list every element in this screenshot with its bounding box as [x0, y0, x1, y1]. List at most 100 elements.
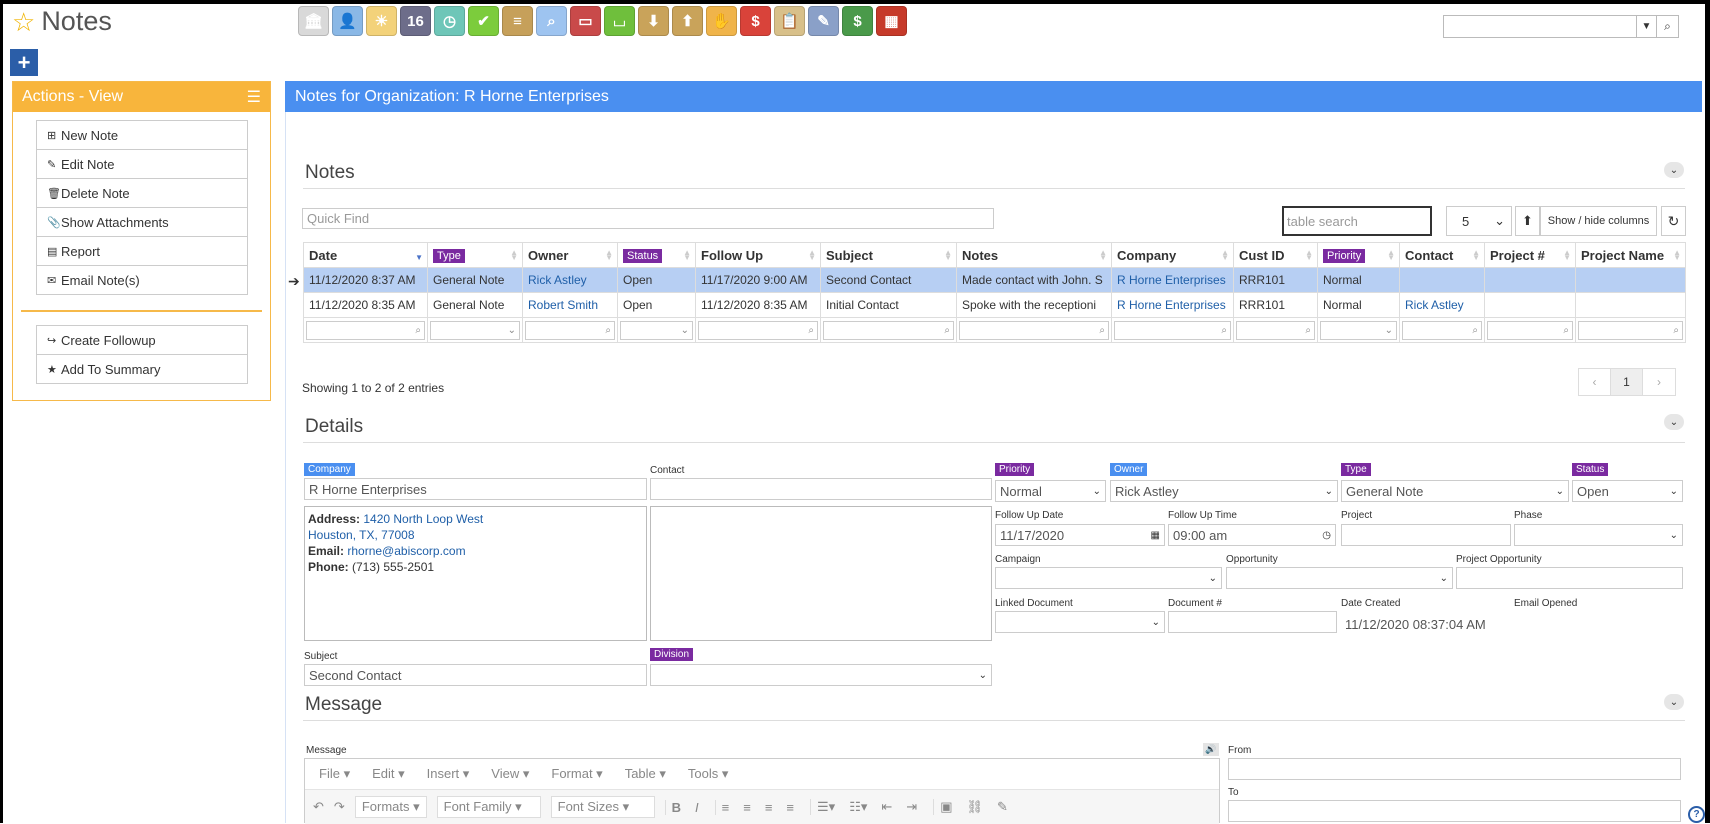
redo-icon[interactable]: ↷ — [334, 799, 345, 815]
editor-menu-format[interactable]: Format ▾ — [551, 766, 602, 782]
new-note-button[interactable]: ⊞ New Note — [36, 120, 248, 150]
table-row[interactable]: 11/12/2020 8:35 AM General Note Robert Smi… — [303, 292, 1686, 318]
formats-dropdown[interactable]: Formats ▾ — [354, 796, 427, 818]
bus-icon[interactable]: ▭ — [570, 6, 601, 36]
type-select[interactable]: General Note ⌄ — [1341, 480, 1569, 502]
search-icon[interactable]: ⌕ — [1656, 16, 1678, 37]
italic-icon[interactable]: I — [695, 800, 699, 815]
division-select[interactable]: ⌄ — [650, 664, 992, 686]
numbered-list-icon[interactable]: ☷▾ — [849, 799, 867, 815]
global-search-input[interactable] — [1444, 16, 1636, 37]
help-icon[interactable]: ? — [1688, 806, 1705, 823]
address-line2[interactable]: Houston, TX, 77008 — [308, 528, 415, 542]
column-header-project-name[interactable]: Project Name ▲ ▼ — [1575, 242, 1686, 268]
calendar-icon[interactable]: ▦ — [1151, 530, 1160, 541]
upload-box-icon[interactable]: ⬆ — [672, 6, 703, 36]
outdent-icon[interactable]: ⇤ — [881, 799, 892, 815]
company-field[interactable]: R Horne Enterprises — [304, 478, 647, 500]
clipboard-icon[interactable]: 📋 — [774, 6, 805, 36]
filter-input[interactable]: ⌕ — [306, 320, 425, 340]
money-hand-icon[interactable]: ✋ — [706, 6, 737, 36]
table-cell[interactable] — [1399, 267, 1485, 293]
column-header-project[interactable]: Project # ▲ ▼ — [1484, 242, 1576, 268]
align-left-icon[interactable]: ≡ — [722, 800, 730, 815]
table-cell[interactable]: R Horne Enterprises — [1111, 267, 1234, 293]
weather-icon[interactable]: ☀ — [366, 6, 397, 36]
clock-icon[interactable]: ◷ — [1322, 530, 1331, 541]
collapse-notes-icon[interactable]: ⌄ — [1664, 162, 1684, 178]
star-outline-icon[interactable]: ☆ — [12, 9, 35, 35]
create-followup-button[interactable]: ↪ Create Followup — [36, 325, 248, 355]
column-header-cust-id[interactable]: Cust ID ▲ ▼ — [1233, 242, 1318, 268]
opportunity-select[interactable]: ⌄ — [1226, 567, 1453, 589]
column-header-contact[interactable]: Contact ▲ ▼ — [1399, 242, 1485, 268]
subject-field[interactable]: Second Contact — [304, 664, 647, 686]
page-1-button[interactable]: 1 — [1611, 369, 1643, 395]
filter-input[interactable]: ⌕ — [823, 320, 954, 340]
column-header-notes[interactable]: Notes ▲ ▼ — [956, 242, 1112, 268]
editor-menu-table[interactable]: Table ▾ — [625, 766, 666, 782]
linked-document-select[interactable]: ⌄ — [995, 611, 1165, 633]
building-icon[interactable]: ▦ — [876, 6, 907, 36]
show-attachments-button[interactable]: 📎 Show Attachments — [36, 207, 248, 237]
align-center-icon[interactable]: ≡ — [743, 800, 751, 815]
image-icon[interactable]: ▣ — [940, 799, 952, 815]
column-header-date[interactable]: Date ▼ — [303, 242, 428, 268]
email-notes-button[interactable]: ✉ Email Note(s) — [36, 265, 248, 295]
collapse-details-icon[interactable]: ⌄ — [1664, 414, 1684, 430]
column-header-status[interactable]: Status ▲ ▼ — [617, 242, 696, 268]
pen-icon[interactable]: ✎ — [997, 799, 1008, 815]
followup-date-field[interactable]: 11/17/2020 ▦ — [995, 524, 1165, 546]
priority-select[interactable]: Normal ⌄ — [995, 480, 1106, 502]
prev-page-button[interactable]: ‹ — [1579, 369, 1611, 395]
table-cell[interactable]: Robert Smith — [522, 292, 618, 318]
filter-input[interactable]: ⌕ — [1114, 320, 1231, 340]
editor-menu-tools[interactable]: Tools ▾ — [688, 766, 729, 782]
email-link[interactable]: rhorne@abiscorp.com — [347, 544, 465, 558]
pencil-icon[interactable]: ✎ — [808, 6, 839, 36]
bullet-list-icon[interactable]: ☰▾ — [817, 799, 835, 815]
bank-icon[interactable]: 🏛 — [298, 6, 329, 36]
editor-menu-edit[interactable]: Edit ▾ — [372, 766, 405, 782]
to-field[interactable] — [1228, 800, 1681, 822]
magnifier-icon[interactable]: ⌕ — [536, 6, 567, 36]
align-justify-icon[interactable]: ≡ — [786, 800, 794, 815]
column-header-type[interactable]: Type ▲ ▼ — [427, 242, 523, 268]
download-box-icon[interactable]: ⬇ — [638, 6, 669, 36]
align-right-icon[interactable]: ≡ — [765, 800, 773, 815]
table-cell[interactable]: R Horne Enterprises — [1111, 292, 1234, 318]
filter-input[interactable]: ⌕ — [1236, 320, 1315, 340]
hamburger-menu-icon[interactable]: ☰ — [247, 87, 261, 107]
followup-time-field[interactable]: 09:00 am ◷ — [1168, 524, 1336, 546]
indent-icon[interactable]: ⇥ — [906, 799, 917, 815]
column-header-subject[interactable]: Subject ▲ ▼ — [820, 242, 957, 268]
delete-note-button[interactable]: 🗑 Delete Note — [36, 178, 248, 208]
column-header-owner[interactable]: Owner ▲ ▼ — [522, 242, 618, 268]
filter-input[interactable]: ⌕ — [1402, 320, 1482, 340]
project-field[interactable] — [1341, 524, 1511, 546]
show-hide-columns-button[interactable]: Show / hide columns — [1540, 206, 1657, 236]
page-size-select[interactable]: 5 ⌄ — [1446, 206, 1512, 236]
export-icon[interactable]: ⬆ — [1515, 206, 1540, 236]
edit-note-button[interactable]: ✎ Edit Note — [36, 149, 248, 179]
dollar-bubble-icon[interactable]: $ — [740, 6, 771, 36]
filter-input[interactable]: ⌕ — [525, 320, 615, 340]
editor-menu-file[interactable]: File ▾ — [319, 766, 350, 782]
font-sizes-dropdown[interactable]: Font Sizes ▾ — [550, 796, 655, 818]
quick-find-input[interactable]: Quick Find — [302, 208, 994, 229]
basket-icon[interactable]: ⌴ — [604, 6, 635, 36]
add-to-summary-button[interactable]: ★ Add To Summary — [36, 354, 248, 384]
report-button[interactable]: ▤ Report — [36, 236, 248, 266]
status-select[interactable]: Open ⌄ — [1572, 480, 1683, 502]
from-field[interactable] — [1228, 758, 1681, 780]
owner-select[interactable]: Rick Astley ⌄ — [1110, 480, 1338, 502]
next-page-button[interactable]: › — [1643, 369, 1675, 395]
collapse-message-icon[interactable]: ⌄ — [1664, 694, 1684, 710]
column-header-company[interactable]: Company ▲ ▼ — [1111, 242, 1234, 268]
table-row[interactable]: 11/12/2020 8:37 AM General Note Rick Astle… — [303, 267, 1686, 293]
bold-icon[interactable]: B — [672, 800, 681, 815]
checkmark-icon[interactable]: ✔ — [468, 6, 499, 36]
campaign-select[interactable]: ⌄ — [995, 567, 1222, 589]
column-header-follow-up[interactable]: Follow Up ▲ ▼ — [695, 242, 821, 268]
calendar-icon[interactable]: 16 — [400, 6, 431, 36]
